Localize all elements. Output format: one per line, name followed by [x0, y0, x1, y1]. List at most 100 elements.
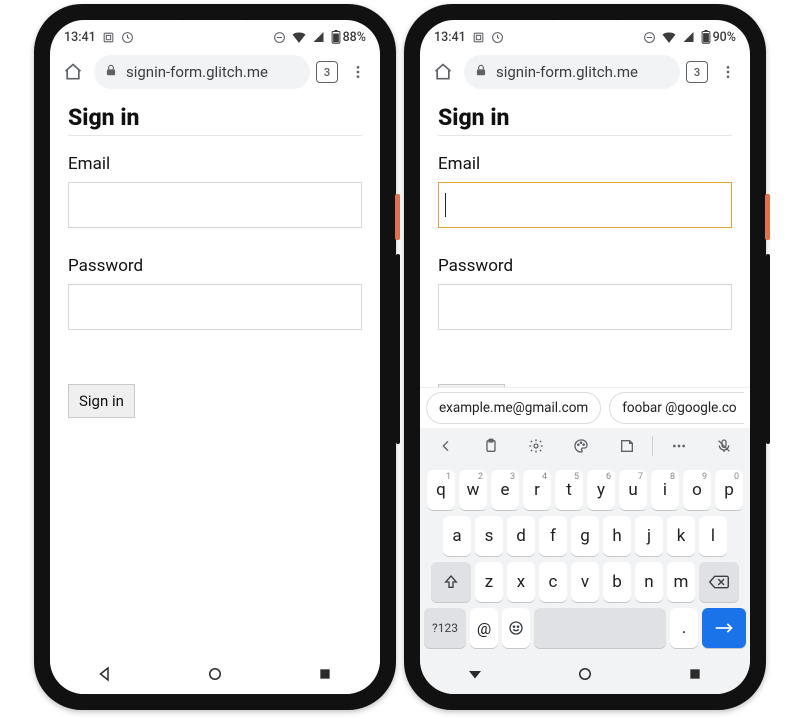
key-t[interactable]: t5 [555, 470, 583, 510]
dnd-icon [643, 31, 656, 44]
autofill-chip-text: example.me@gmail.com [439, 400, 588, 416]
autofill-chip[interactable]: foobar @google.co [609, 392, 744, 424]
status-time: 13:41 [64, 30, 96, 45]
address-bar[interactable]: signin-form.glitch.me [94, 55, 310, 89]
nav-recents-icon[interactable] [675, 654, 715, 694]
power-button [765, 194, 770, 240]
key-v[interactable]: v [571, 562, 599, 602]
signin-button-label: Sign in [79, 392, 124, 410]
key-b[interactable]: b [603, 562, 631, 602]
overflow-menu-icon[interactable] [344, 57, 372, 87]
address-bar[interactable]: signin-form.glitch.me [464, 55, 680, 89]
key-q[interactable]: q1 [427, 470, 455, 510]
key-e[interactable]: e3 [491, 470, 519, 510]
overflow-menu-icon[interactable] [714, 57, 742, 87]
volume-button [396, 254, 400, 444]
backspace-key[interactable] [699, 562, 739, 602]
password-field[interactable] [68, 284, 362, 330]
home-icon[interactable] [58, 57, 88, 87]
browser-toolbar: signin-form.glitch.me 3 [50, 50, 380, 94]
clock-icon [491, 31, 504, 44]
divider [68, 135, 362, 136]
at-key[interactable]: @ [470, 608, 498, 648]
text-caret [445, 193, 446, 217]
password-field[interactable] [438, 284, 732, 330]
more-icon[interactable] [657, 428, 700, 464]
keyboard-toolbar [420, 428, 750, 464]
address-bar-url: signin-form.glitch.me [126, 63, 300, 81]
wifi-icon [662, 31, 676, 43]
browser-toolbar: signin-form.glitch.me 3 [420, 50, 750, 94]
phone-frame-right: 13:41 [404, 4, 766, 710]
key-h[interactable]: h [603, 516, 631, 556]
nav-recents-icon[interactable] [305, 654, 345, 694]
address-bar-url: signin-form.glitch.me [496, 63, 670, 81]
battery-indicator: 88% [331, 30, 366, 45]
page-title: Sign in [438, 104, 732, 131]
nav-home-icon[interactable] [565, 654, 605, 694]
key-a[interactable]: a [443, 516, 471, 556]
autofill-chip[interactable]: example.me@gmail.com [426, 392, 601, 424]
kbd-back-icon[interactable] [424, 428, 467, 464]
phone-frame-left: 13:41 [34, 4, 396, 710]
key-l[interactable]: l [699, 516, 727, 556]
nav-back-icon[interactable] [455, 654, 495, 694]
home-icon[interactable] [428, 57, 458, 87]
clock-icon [121, 31, 134, 44]
cell-signal-icon [312, 31, 325, 43]
key-j[interactable]: j [635, 516, 663, 556]
email-field[interactable] [438, 182, 732, 228]
email-field-block: Email [438, 154, 732, 228]
key-u[interactable]: u7 [619, 470, 647, 510]
mic-off-icon[interactable] [703, 428, 746, 464]
key-w[interactable]: w2 [459, 470, 487, 510]
tab-switcher-icon[interactable]: 3 [316, 61, 338, 83]
key-c[interactable]: c [539, 562, 567, 602]
volume-button [766, 254, 770, 444]
password-field-block: Password [438, 256, 732, 330]
period-key-label: . [682, 618, 686, 638]
dnd-icon [273, 31, 286, 44]
key-m[interactable]: m [667, 562, 695, 602]
keyboard-overlay: example.me@gmail.com foobar @google.co [420, 387, 750, 654]
emoji-key[interactable] [502, 608, 530, 648]
password-label: Password [68, 256, 362, 276]
key-y[interactable]: y6 [587, 470, 615, 510]
screen-left: 13:41 [50, 20, 380, 694]
signin-button[interactable]: Sign in [68, 384, 135, 418]
key-f[interactable]: f [539, 516, 567, 556]
email-label: Email [438, 154, 732, 174]
lock-icon [474, 63, 488, 81]
space-key[interactable] [534, 608, 666, 648]
key-z[interactable]: z [475, 562, 503, 602]
key-p[interactable]: p0 [715, 470, 743, 510]
nav-back-icon[interactable] [85, 654, 125, 694]
key-d[interactable]: d [507, 516, 535, 556]
tab-switcher-icon[interactable]: 3 [686, 61, 708, 83]
key-k[interactable]: k [667, 516, 695, 556]
keyboard-keys: q1w2e3r4t5y6u7i8o9p0 asdfghjkl zxcvbnm [420, 464, 750, 654]
key-o[interactable]: o9 [683, 470, 711, 510]
clipboard-icon[interactable] [469, 428, 512, 464]
enter-key[interactable] [702, 608, 746, 648]
key-n[interactable]: n [635, 562, 663, 602]
key-g[interactable]: g [571, 516, 599, 556]
key-x[interactable]: x [507, 562, 535, 602]
battery-percent: 88% [343, 30, 366, 45]
shift-key[interactable] [431, 562, 471, 602]
divider [438, 135, 732, 136]
sticker-icon[interactable] [605, 428, 648, 464]
status-bar: 13:41 [420, 24, 750, 50]
power-button [395, 194, 400, 240]
nav-home-icon[interactable] [195, 654, 235, 694]
email-label: Email [68, 154, 362, 174]
email-field[interactable] [68, 182, 362, 228]
key-s[interactable]: s [475, 516, 503, 556]
symbols-key[interactable]: ?123 [424, 608, 466, 648]
key-r[interactable]: r4 [523, 470, 551, 510]
symbols-key-label: ?123 [432, 621, 458, 635]
period-key[interactable]: . [670, 608, 698, 648]
key-i[interactable]: i8 [651, 470, 679, 510]
palette-icon[interactable] [560, 428, 603, 464]
gear-icon[interactable] [515, 428, 558, 464]
